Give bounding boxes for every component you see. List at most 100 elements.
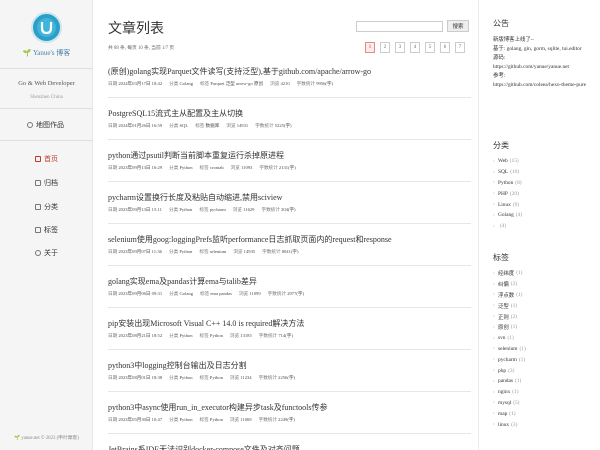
page-link[interactable]: 5 [425, 42, 435, 53]
post-category[interactable]: Python [180, 375, 193, 380]
page-link[interactable]: 3 [395, 42, 405, 53]
folder-icon [35, 203, 41, 210]
post-category-label: 分类 [169, 417, 179, 422]
search-input[interactable] [356, 21, 443, 32]
tag-item[interactable]: › 正则 (2) [493, 311, 593, 322]
tag-item[interactable]: › 浮点数 (1) [493, 290, 593, 301]
tag-item[interactable]: › nginx (1) [493, 387, 593, 398]
post-title-link[interactable]: PostgreSQL15流式主从配置及主从切换 [108, 108, 473, 119]
tag-item-count: (1) [509, 410, 516, 417]
page-link[interactable]: 7 [455, 42, 465, 53]
page-link[interactable]: 1 [365, 42, 375, 53]
notice-line: 参考: [493, 73, 506, 79]
tag-item[interactable]: › php (3) [493, 365, 593, 376]
post-title-link[interactable]: pip安装出现Microsoft Visual C++ 14.0 is requ… [108, 318, 473, 329]
post-title-link[interactable]: golang实现ema及pandas计算ema与talib差异 [108, 276, 473, 287]
page-link[interactable]: 2 [380, 42, 390, 53]
post-tags[interactable]: 数据库 [206, 123, 220, 128]
tag-item[interactable]: › pandas (1) [493, 376, 593, 387]
category-item[interactable]: › Web (15) [493, 156, 593, 167]
post-tags[interactable]: pycharm [210, 207, 226, 212]
search-button[interactable]: 搜索 [447, 20, 469, 32]
post-tags[interactable]: Python [210, 417, 223, 422]
site-title[interactable]: 🌱 Yanue's 博客 [0, 48, 93, 58]
post-title-link[interactable]: python通过psutil判断当前脚本重复运行杀掉原进程 [108, 150, 473, 161]
nav-home[interactable]: 首页 [0, 150, 93, 167]
post-title-link[interactable]: (原创)golang实现Parquet文件读写(支持泛型),基于github.c… [108, 66, 473, 77]
post-date-label: 日期 [108, 249, 118, 254]
tag-item[interactable]: › selenium (1) [493, 344, 593, 355]
tag-item-name: 浮点数 [498, 292, 515, 299]
post-category[interactable]: Golang [180, 291, 194, 296]
nav-about[interactable]: 关于 [0, 244, 93, 261]
category-item[interactable]: › Python (8) [493, 178, 593, 189]
nav-categories[interactable]: 分类 [0, 198, 93, 215]
post-views-label: 浏览 [238, 291, 249, 296]
post-meta: 日期 2024年03月17日 18:42 分类 Golang 标签 Parquet … [108, 81, 473, 87]
post-tags[interactable]: Python [210, 333, 223, 338]
post-tags[interactable]: crontab [210, 165, 224, 170]
post-tags-label: 标签 [195, 123, 205, 128]
category-item[interactable]: › SQL (10) [493, 167, 593, 178]
post-title-link[interactable]: JetBrains系IDE无法识别docker-compose文件及对齐问题 [108, 444, 473, 450]
tag-item[interactable]: › 纠偏 (2) [493, 279, 593, 290]
post-category[interactable]: Python [179, 207, 192, 212]
tag-item-count: (1) [512, 389, 519, 396]
category-item[interactable]: › (4) [493, 221, 593, 232]
category-item[interactable]: › Linux (9) [493, 199, 593, 210]
site-logo[interactable] [31, 12, 62, 43]
post-word-count-label: 字数统计 [296, 81, 316, 86]
post-tags[interactable]: ema pandas [210, 291, 232, 296]
post-category[interactable]: Python [179, 249, 192, 254]
post-item: JetBrains系IDE无法识别docker-compose文件及对齐问题 [108, 444, 473, 450]
post-tags[interactable]: Python [210, 375, 223, 380]
post-category[interactable]: Python [180, 333, 193, 338]
post-divider [108, 223, 471, 224]
post-category[interactable]: Python [180, 417, 193, 422]
notice-line[interactable]: https://github.com/coleea/hexo-theme-pur… [493, 81, 597, 90]
post-tags-label: 标签 [199, 249, 209, 254]
chevron-right-icon: › [493, 223, 495, 229]
post-title-link[interactable]: python3中logging控制台输出及日志分割 [108, 360, 473, 371]
tag-item[interactable]: › 原创 (1) [493, 322, 593, 333]
post-category[interactable]: Python [180, 165, 193, 170]
page-link[interactable]: 4 [410, 42, 420, 53]
tag-item[interactable]: › 泛型 (1) [493, 300, 593, 311]
post-date: 2023年08月01日 18:38 [118, 375, 163, 380]
divider [0, 140, 93, 141]
post-date-label: 日期 [108, 207, 118, 212]
post-category[interactable]: SQL [180, 123, 189, 128]
post-views: 11093 [241, 165, 253, 170]
nav-tags[interactable]: 标签 [0, 221, 93, 238]
nav-about-label: 关于 [44, 248, 58, 257]
category-item-count: (10) [510, 169, 520, 176]
post-item: PostgreSQL15流式主从配置及主从切换 日期 2024年01月26日 16… [108, 108, 473, 129]
post-views-label: 浏览 [226, 123, 236, 128]
post-tags[interactable]: selenium [210, 249, 227, 254]
post-date: 2023年09月13日 15:11 [118, 207, 162, 212]
nav-archive[interactable]: 归档 [0, 174, 93, 191]
leaf-icon: 🌱 [14, 436, 21, 441]
category-item[interactable]: › PHP (20) [493, 188, 593, 199]
tag-item[interactable]: › map (1) [493, 408, 593, 419]
post-title-link[interactable]: pycharm设置换行长度及粘贴自动缩进,禁用sciview [108, 192, 473, 203]
tag-item[interactable]: › 经纬度 (1) [493, 268, 593, 279]
category-item-name: SQL [498, 169, 509, 176]
notice-line[interactable]: https://github.com/yanue/yanue.net [493, 63, 597, 72]
post-category[interactable]: Golang [180, 81, 194, 86]
map-works-link[interactable]: 地图作品 [27, 120, 64, 130]
post-title-link[interactable]: python3中async使用run_in_executor构建异步task及f… [108, 402, 473, 413]
tag-item[interactable]: › linux (3) [493, 419, 593, 430]
category-item[interactable]: › Golang (4) [493, 210, 593, 221]
tag-item[interactable]: › pycharm (1) [493, 354, 593, 365]
post-word-count-label: 字数统计 [262, 249, 281, 254]
tag-item[interactable]: › mysql (5) [493, 398, 593, 409]
post-title-link[interactable]: selenium使用goog:loggingPrefs监听performance… [108, 234, 473, 245]
post-tags[interactable]: Parquet 泛型 arrow-go 原创 [210, 81, 263, 86]
logo-u-icon [40, 22, 53, 35]
notice-line: 基于: golang, gin, gorm, sqlite, tui.edito… [493, 46, 582, 52]
tag-item[interactable]: › svn (1) [493, 333, 593, 344]
page-link[interactable]: 6 [440, 42, 450, 53]
post-divider [108, 97, 471, 98]
tag-item-name: php [498, 367, 507, 374]
